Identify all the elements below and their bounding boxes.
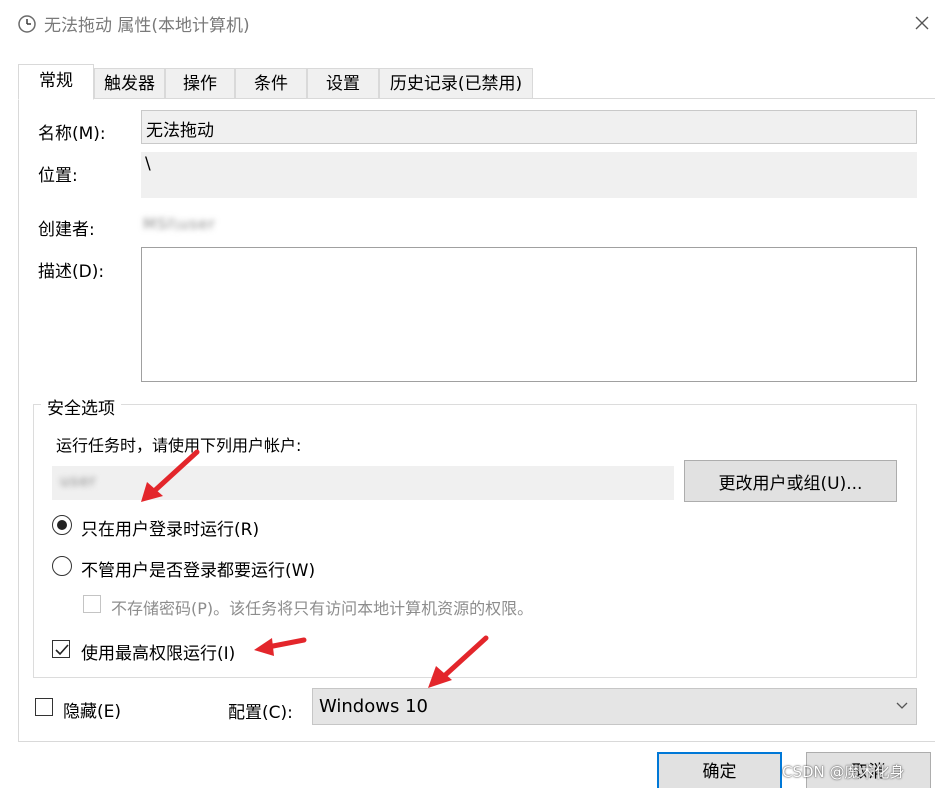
hidden-label: 隐藏(E) <box>63 702 122 722</box>
name-field[interactable]: 无法拖动 <box>141 110 917 144</box>
close-icon[interactable] <box>912 13 932 33</box>
tab-actions[interactable]: 操作 <box>165 68 235 99</box>
radio-selected-dot <box>57 520 67 530</box>
tab-general[interactable]: 常规 <box>18 64 94 100</box>
clock-icon <box>18 15 36 33</box>
checkmark-icon <box>55 644 69 656</box>
account-value-redacted: user <box>60 472 97 490</box>
security-options-title: 安全选项 <box>41 394 121 419</box>
run-whether-logged-on-label: 不管用户是否登录都要运行(W) <box>81 561 316 581</box>
window-title: 无法拖动 属性(本地计算机) <box>44 16 250 36</box>
no-store-password-checkbox[interactable] <box>83 595 101 613</box>
chevron-down-icon <box>896 702 908 709</box>
highest-privileges-checkbox[interactable] <box>52 640 70 658</box>
tab-conditions[interactable]: 条件 <box>235 68 307 99</box>
task-properties-dialog: 无法拖动 属性(本地计算机) 常规 触发器 操作 条件 设置 历史记录(已禁用)… <box>0 0 935 788</box>
run-as-label: 运行任务时，请使用下列用户帐户: <box>56 436 302 455</box>
configure-label: 配置(C): <box>228 703 293 723</box>
run-when-logged-on-label: 只在用户登录时运行(R) <box>81 520 260 540</box>
author-value-redacted: MSI\user <box>143 215 216 233</box>
description-textarea[interactable] <box>141 247 917 382</box>
configure-select[interactable]: Windows 10 <box>312 688 917 725</box>
user-account-field: user <box>52 466 674 500</box>
tab-history[interactable]: 历史记录(已禁用) <box>379 68 533 99</box>
ok-button[interactable]: 确定 <box>657 752 782 788</box>
hidden-checkbox[interactable] <box>35 698 53 716</box>
watermark: CSDN @魔术化身 <box>782 763 905 781</box>
radio-run-whether-logged-on[interactable] <box>52 556 72 576</box>
name-label: 名称(M): <box>38 124 106 144</box>
change-user-button[interactable]: 更改用户或组(U)... <box>684 460 897 502</box>
author-label: 创建者: <box>38 220 95 240</box>
location-label: 位置: <box>38 166 78 186</box>
tab-settings[interactable]: 设置 <box>307 68 379 99</box>
radio-run-when-logged-on[interactable] <box>52 515 72 535</box>
tab-triggers[interactable]: 触发器 <box>94 68 165 99</box>
configure-select-value: Windows 10 <box>319 696 428 717</box>
highest-privileges-label: 使用最高权限运行(I) <box>81 644 236 664</box>
description-label: 描述(D): <box>38 262 105 282</box>
title-bar: 无法拖动 属性(本地计算机) <box>0 0 935 46</box>
location-field: \ <box>141 152 917 198</box>
no-store-password-label: 不存储密码(P)。该任务将只有访问本地计算机资源的权限。 <box>111 599 534 618</box>
